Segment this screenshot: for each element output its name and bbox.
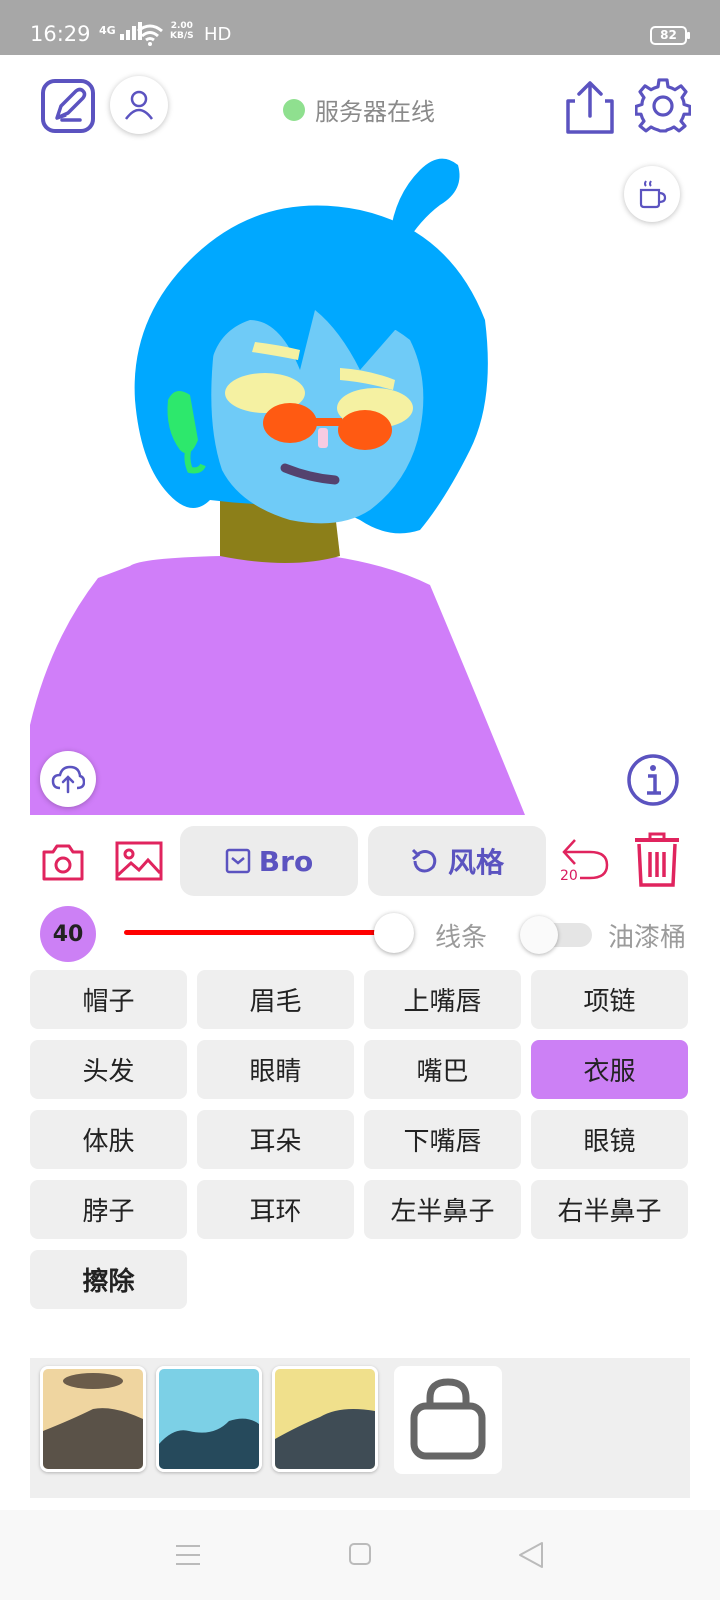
status-bar: 16:29 4G 2.00 KB/S HD 82 [0,0,720,55]
style-button[interactable]: 风格 [368,826,546,896]
part-button[interactable]: 擦除 [30,1250,187,1309]
part-button[interactable]: 眼睛 [197,1040,354,1099]
style-thumbnail[interactable] [156,1366,262,1472]
part-button[interactable]: 嘴巴 [364,1040,521,1099]
style-type-label: Bro [258,844,314,878]
settings-gear-icon[interactable] [635,78,691,134]
part-button[interactable]: 耳朵 [197,1110,354,1169]
checkbox-icon [225,848,251,874]
part-button[interactable]: 帽子 [30,970,187,1029]
part-button-label: 脖子 [82,1197,135,1227]
upload-cloud-icon[interactable] [40,751,96,807]
style-thumbnail[interactable] [40,1366,146,1472]
portrait-drawing [30,158,525,815]
hd-indicator: HD [204,24,232,45]
image-gallery-icon[interactable] [114,838,164,884]
part-button-label: 耳环 [249,1197,302,1227]
status-time: 16:29 [30,22,91,46]
home-icon[interactable] [348,1542,372,1566]
part-button[interactable]: 脖子 [30,1180,187,1239]
part-button[interactable]: 左半鼻子 [364,1180,521,1239]
menu-icon[interactable] [175,1542,201,1568]
toggle-knob [520,916,558,954]
part-button[interactable]: 耳环 [197,1180,354,1239]
part-button-label: 左半鼻子 [390,1197,495,1227]
part-button[interactable]: 眉毛 [197,970,354,1029]
wifi-icon [137,24,163,46]
fill-mode-toggle[interactable] [520,916,592,954]
part-button-label: 右半鼻子 [557,1197,662,1227]
part-button-label: 眉毛 [249,987,302,1017]
share-icon[interactable] [564,78,616,136]
part-button-label: 体肤 [82,1127,135,1157]
part-button[interactable]: 上嘴唇 [364,970,521,1029]
part-button[interactable]: 眼镜 [531,1110,688,1169]
part-button-label: 眼睛 [249,1057,302,1087]
part-button[interactable]: 体肤 [30,1110,187,1169]
part-button-label: 衣服 [583,1057,636,1087]
lock-icon [410,1378,486,1460]
part-button[interactable]: 衣服 [531,1040,688,1099]
system-nav-bar [0,1510,720,1600]
undo-count: 20 [560,868,578,884]
part-button-label: 头发 [82,1057,135,1087]
brush-size-slider-thumb[interactable] [373,913,414,953]
part-button[interactable]: 头发 [30,1040,187,1099]
brush-size-indicator: 40 [40,906,96,962]
part-button-label: 下嘴唇 [403,1127,482,1157]
battery-icon: 82 [650,26,690,45]
part-button-label: 耳朵 [249,1127,302,1157]
locked-style-thumbnail[interactable] [394,1366,502,1474]
part-button[interactable]: 项链 [531,970,688,1029]
style-type-button[interactable]: Bro [180,826,358,896]
part-button[interactable]: 右半鼻子 [531,1180,688,1239]
net-speed: 2.00 KB/S [170,21,194,41]
part-button[interactable]: 下嘴唇 [364,1110,521,1169]
part-button-label: 项链 [583,987,636,1017]
back-icon[interactable] [518,1541,544,1569]
net-speed-unit: KB/S [170,31,194,41]
paint-bucket-label: 油漆桶 [608,923,687,953]
network-type: 4G [99,24,116,37]
drawing-canvas[interactable] [0,145,720,815]
server-status: 服务器在线 [283,92,435,127]
part-button-label: 帽子 [82,987,135,1017]
brush-size-slider[interactable] [124,930,402,935]
style-button-label: 风格 [447,846,504,879]
part-button-label: 眼镜 [583,1127,636,1157]
info-icon[interactable] [626,753,680,807]
camera-icon[interactable] [40,839,86,885]
part-button-label: 上嘴唇 [403,987,482,1017]
refresh-icon [411,848,437,873]
trash-icon[interactable] [632,832,682,888]
profile-icon[interactable] [110,76,168,134]
style-thumbnail-strip [30,1358,690,1498]
part-button-label: 嘴巴 [416,1057,469,1087]
status-dot [283,98,305,121]
style-thumbnail[interactable] [272,1366,378,1472]
part-button-label: 擦除 [82,1267,135,1297]
line-mode-label: 线条 [435,923,488,953]
parts-grid: 帽子 眉毛 上嘴唇 项链头发 眼睛 嘴巴 衣服体肤 耳朵 下嘴唇 眼镜脖子 耳环 左半鼻子 右半鼻子擦除 [30,970,690,1309]
net-speed-value: 2.00 [170,21,193,31]
server-status-label: 服务器在线 [315,98,435,126]
draw-mode-icon[interactable] [40,78,96,134]
